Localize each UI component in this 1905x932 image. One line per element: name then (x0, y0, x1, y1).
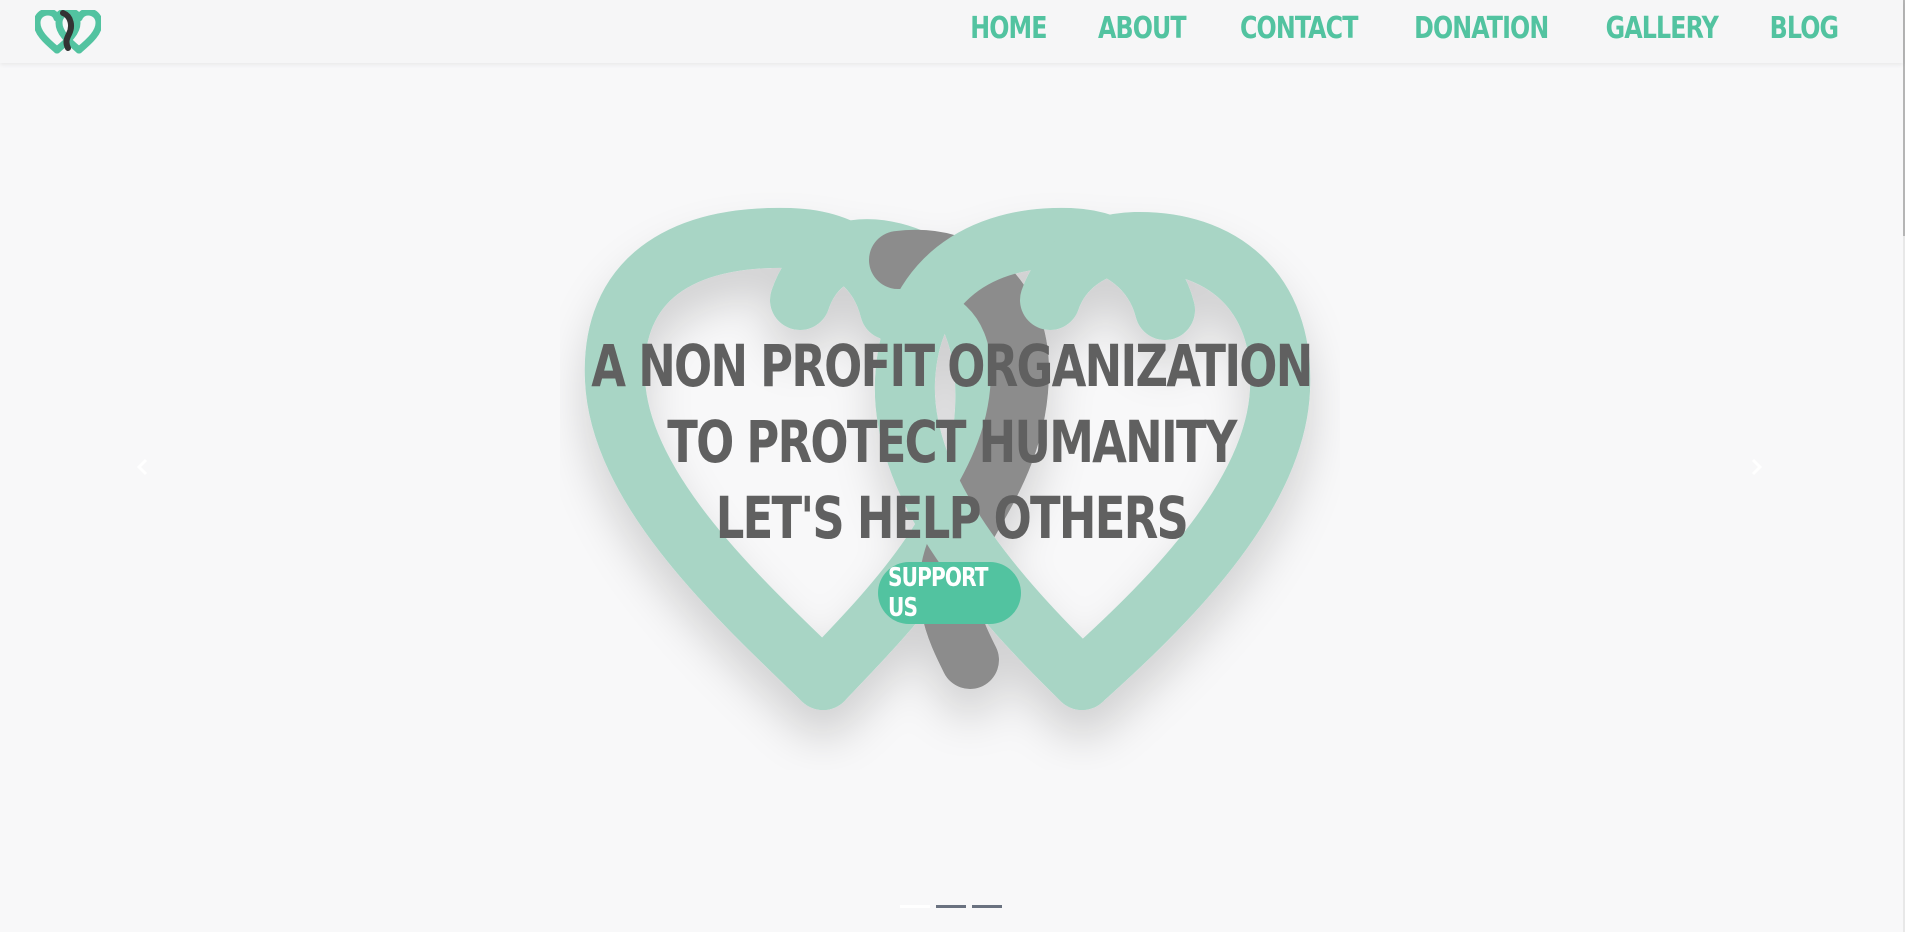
carousel-indicator-1[interactable] (900, 905, 930, 908)
nav-contact-link[interactable]: CONTACT (1240, 11, 1358, 46)
carousel-indicator-3[interactable] (972, 905, 1002, 908)
nav-home-link[interactable]: HOME (970, 11, 1047, 46)
support-us-button[interactable]: SUPPORT US (878, 562, 1021, 624)
hero-headline-line2: TO PROTECT HUMANITY (667, 408, 1237, 476)
carousel-indicators (900, 905, 1002, 908)
nav-menu: HOME ABOUT CONTACT DONATION GALLERY BLOG (925, 0, 1843, 56)
hero-headline-line3: LET'S HELP OTHERS (715, 484, 1189, 552)
logo-icon[interactable] (35, 10, 101, 54)
carousel-next-icon[interactable] (1741, 452, 1771, 482)
carousel-prev-icon[interactable] (128, 452, 158, 482)
carousel-indicator-2[interactable] (936, 905, 966, 908)
nav-donation-link[interactable]: DONATION (1414, 11, 1549, 46)
navbar: HOME ABOUT CONTACT DONATION GALLERY BLOG (0, 0, 1903, 63)
hero-headline-line1: A NON PROFIT ORGANIZATION (591, 332, 1313, 400)
nav-about-link[interactable]: ABOUT (1098, 11, 1187, 46)
support-us-label: SUPPORT US (888, 563, 988, 623)
nav-gallery-link[interactable]: GALLERY (1605, 11, 1718, 46)
nav-blog-link[interactable]: BLOG (1770, 11, 1839, 46)
